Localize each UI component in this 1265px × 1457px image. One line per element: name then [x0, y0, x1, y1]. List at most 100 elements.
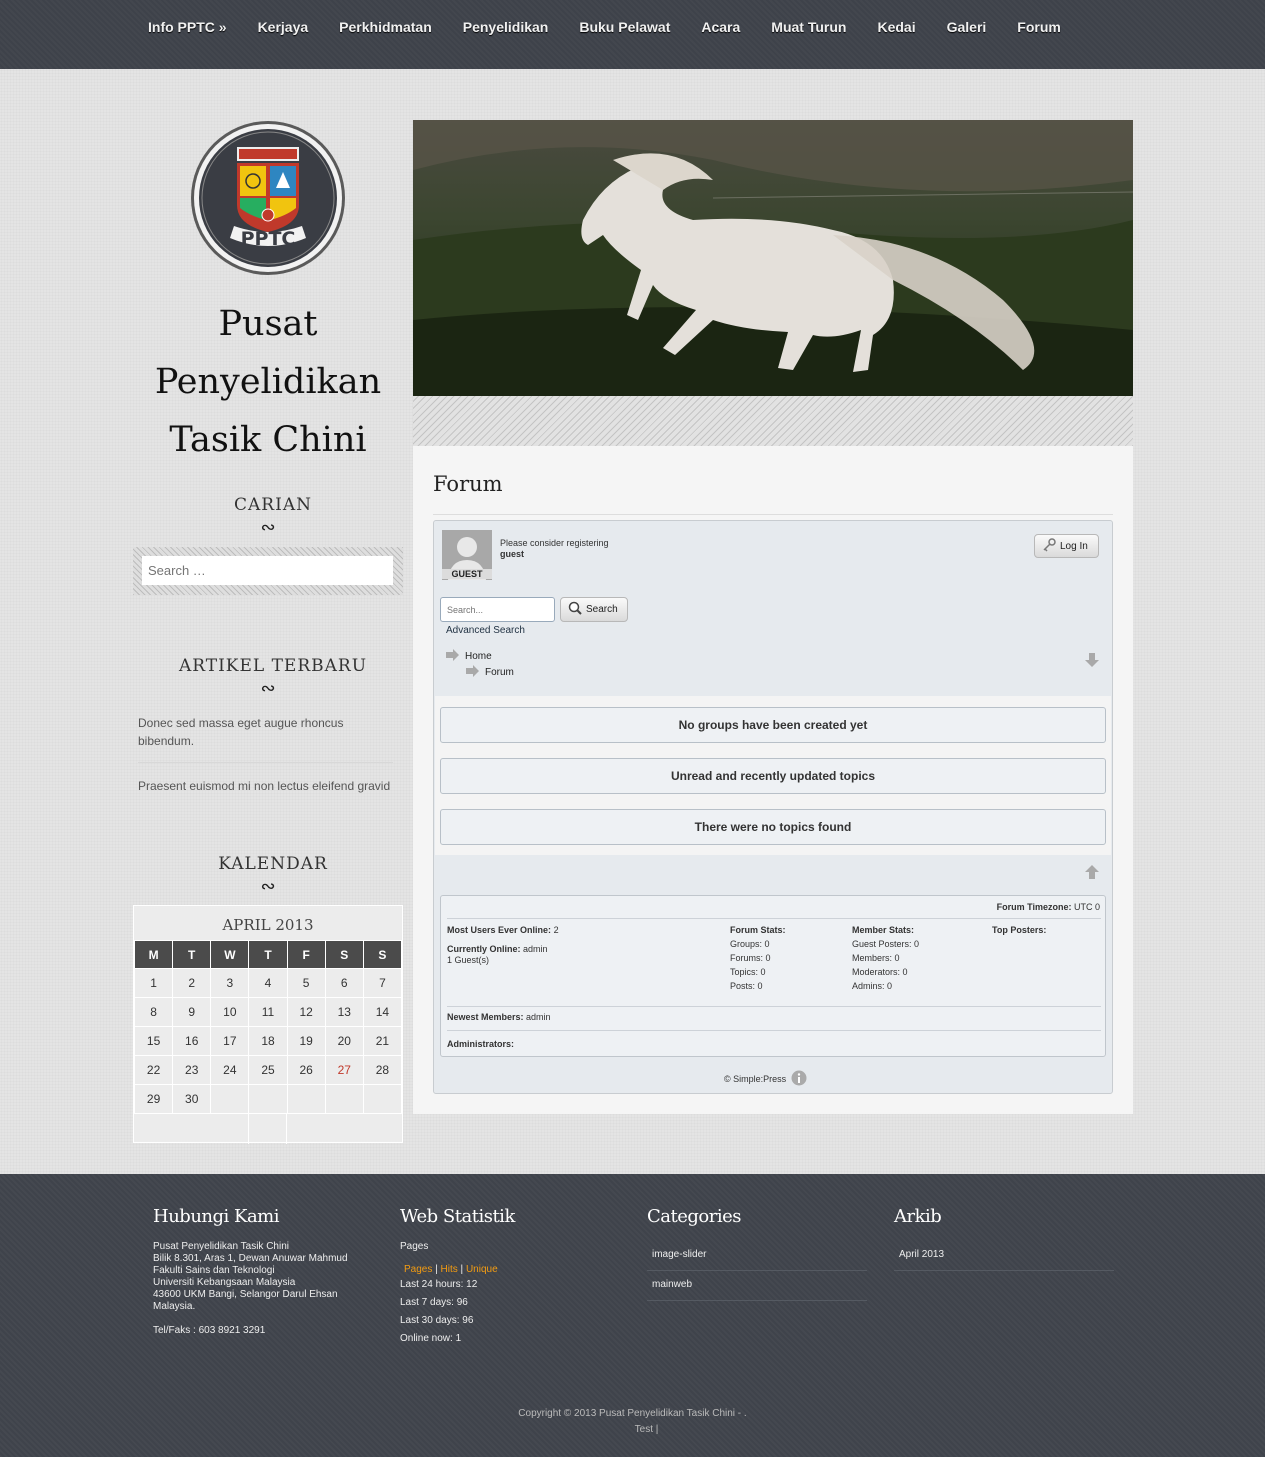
calendar-day: 27 [324, 1055, 364, 1085]
calendar-day: 20 [324, 1026, 364, 1056]
avatar: GUEST [442, 530, 492, 580]
footer-contact-title: Hubungi Kami [153, 1206, 280, 1227]
breadcrumb-forum[interactable]: Forum [465, 665, 514, 680]
arrow-right-icon [465, 665, 480, 680]
category-link[interactable]: image-slider [647, 1241, 867, 1271]
recent-article-link[interactable]: Praesent euismod mi non lectus eleifend … [138, 777, 393, 807]
currently-online: Currently Online: admin 1 Guest(s) [447, 942, 548, 967]
calendar-caption: APRIL 2013 [222, 916, 314, 934]
calendar-weekday: T [248, 940, 288, 969]
calendar-day: 25 [248, 1055, 288, 1085]
archive-link[interactable]: April 2013 [894, 1241, 1114, 1271]
forum-search-input[interactable] [440, 597, 555, 622]
stats-line: Last 30 days: 96 [400, 1315, 474, 1326]
calendar-day: 6 [324, 968, 364, 998]
stats-divider [447, 1006, 1101, 1007]
calendar-day: 14 [362, 997, 403, 1027]
nav-item-penyelidikan[interactable]: Penyelidikan [463, 19, 549, 35]
simplepress-credit-text[interactable]: © Simple:Press [724, 1074, 786, 1084]
top-posters-label: Top Posters: [992, 925, 1047, 935]
newest-members-value[interactable]: admin [526, 1012, 551, 1022]
groups-count: Groups: 0 [730, 939, 770, 949]
nav-item-buku-pelawat[interactable]: Buku Pelawat [579, 19, 670, 35]
nav-item-kerjaya[interactable]: Kerjaya [258, 19, 309, 35]
advanced-search-link[interactable]: Advanced Search [446, 625, 525, 636]
category-link[interactable]: mainweb [647, 1271, 867, 1301]
calendar-weekday: T [172, 940, 212, 969]
main-content: Forum GUEST Please consider registering … [413, 446, 1133, 1114]
calendar-day: 26 [286, 1055, 326, 1085]
footer-categories: Categories image-slider mainweb [647, 1206, 867, 1301]
timezone-value: UTC 0 [1073, 902, 1100, 912]
calendar-day: 8 [133, 997, 174, 1027]
unread-topics-header[interactable]: Unread and recently updated topics [440, 758, 1106, 794]
nav-item-muat-turun[interactable]: Muat Turun [771, 19, 846, 35]
nav-item-galeri[interactable]: Galeri [947, 19, 987, 35]
breadcrumb-home[interactable]: Home [445, 649, 492, 664]
sidebar-search-input[interactable] [142, 556, 393, 585]
contact-tel: Tel/Faks : 603 8921 3291 [153, 1325, 266, 1336]
info-icon[interactable] [791, 1070, 807, 1088]
address-line: Fakulti Sains dan Teknologi [153, 1265, 275, 1276]
calendar-pad-cell [249, 1114, 287, 1144]
nav-item-perkhidmatan[interactable]: Perkhidmatan [339, 19, 432, 35]
calendar-day: 2 [172, 968, 212, 998]
footer-web-stats: Web Statistik Pages Pages | Hits | Uniqu… [400, 1206, 515, 1348]
stats-pages-label: Pages [400, 1241, 429, 1252]
guest-label: GUEST [442, 569, 492, 579]
calendar-nav [134, 1114, 402, 1144]
calendar-day: 17 [210, 1026, 250, 1056]
nav-item-kedai[interactable]: Kedai [877, 19, 915, 35]
calendar-day: 12 [286, 997, 326, 1027]
calendar-week-row: 29 30 [133, 1084, 403, 1114]
member-stats-label: Member Stats: [852, 925, 915, 935]
stats-line: Last 7 days: 96 [400, 1297, 468, 1308]
newest-members: Newest Members: admin [447, 1010, 551, 1024]
nav-item-acara[interactable]: Acara [701, 19, 740, 35]
calendar-day: 29 [133, 1084, 174, 1114]
forum-timezone: Forum Timezone: UTC 0 [997, 900, 1100, 914]
footer-archive: Arkib April 2013 [894, 1206, 1114, 1271]
calendar-day: 16 [172, 1026, 212, 1056]
scroll-up-icon[interactable] [1084, 864, 1100, 885]
hatch-band [413, 396, 1133, 446]
address-line: Bilik 8.301, Aras 1, Dewan Anuwar Mahmud [153, 1253, 348, 1264]
swirl-divider-icon: ∾ [260, 517, 276, 537]
calendar-weekday: S [362, 940, 403, 969]
recent-article-link[interactable]: Donec sed massa eget augue rhoncus biben… [138, 714, 393, 763]
nav-item-forum[interactable]: Forum [1017, 19, 1061, 35]
site-title-line: Penyelidikan [154, 362, 382, 402]
posts-count: Posts: 0 [730, 981, 763, 991]
stats-tab-pages[interactable]: Pages [404, 1264, 432, 1275]
calendar-weekday: W [210, 940, 250, 969]
most-users-value: 2 [553, 925, 559, 935]
forum-stats: Forum Timezone: UTC 0 Most Users Ever On… [440, 895, 1106, 1057]
stats-tab-unique[interactable]: Unique [466, 1264, 498, 1275]
breadcrumb-home-label: Home [465, 651, 492, 662]
administrators: Administrators: [447, 1037, 514, 1051]
calendar-prev-cell [134, 1114, 249, 1144]
calendar-day: 19 [286, 1026, 326, 1056]
copyright-line: Copyright © 2013 Pusat Penyelidikan Tasi… [518, 1408, 747, 1419]
login-button[interactable]: Log In [1034, 534, 1099, 558]
forum-search-button[interactable]: Search [560, 597, 628, 622]
footer-archive-title: Arkib [894, 1206, 942, 1227]
copyright-line[interactable]: Test | [0, 1422, 1265, 1438]
arrow-right-icon [445, 649, 460, 664]
footer-contact: Hubungi Kami Pusat Penyelidikan Tasik Ch… [153, 1206, 348, 1337]
register-note-text: Please consider registering [500, 538, 609, 548]
scroll-down-icon[interactable] [1084, 652, 1100, 673]
simplepress-credit: © Simple:Press [724, 1070, 807, 1088]
archive-list: April 2013 [894, 1241, 1114, 1271]
calendar-day: 3 [210, 968, 250, 998]
stats-tab-hits[interactable]: Hits [441, 1264, 458, 1275]
title-divider [433, 514, 1113, 515]
site-title[interactable]: Pusat Penyelidikan Tasik Chini [140, 295, 396, 469]
register-note: Please consider registering guest [500, 538, 609, 560]
calendar-day: 18 [248, 1026, 288, 1056]
contact-address: Pusat Penyelidikan Tasik Chini Bilik 8.3… [153, 1241, 348, 1337]
nav-item-info-pptc[interactable]: Info PPTC » [148, 19, 227, 35]
no-topics-message: There were no topics found [440, 809, 1106, 845]
search-widget-title: CARIAN [234, 495, 312, 515]
site-logo[interactable]: PPTC [190, 120, 346, 276]
